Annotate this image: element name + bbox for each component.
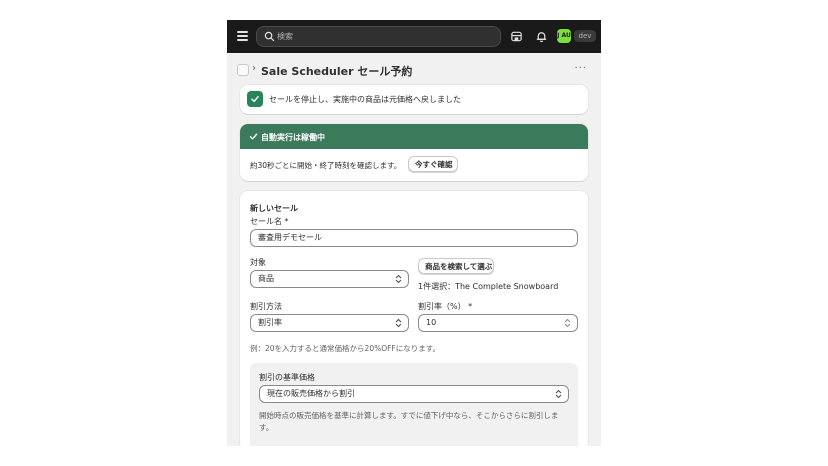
- select-arrows-icon: [555, 389, 562, 399]
- target-label: 対象: [250, 258, 266, 267]
- discount-rate-input[interactable]: 10: [418, 314, 578, 332]
- discount-method-value: 割引率: [258, 318, 282, 327]
- base-price-select[interactable]: 現在の販売価格から割引: [259, 385, 569, 403]
- check-now-button[interactable]: 今すぐ確認: [408, 156, 458, 172]
- new-sale-form: 新しいセール セール名 * 審査用デモセール 対象 商品 商品を検索して選ぶ 1…: [240, 191, 588, 446]
- base-price-label: 割引の基準価格: [259, 373, 315, 382]
- sale-name-input[interactable]: 審査用デモセール: [250, 229, 578, 247]
- select-arrows-icon: [395, 274, 402, 284]
- search-input[interactable]: 検索: [256, 26, 501, 47]
- menu-icon[interactable]: [237, 31, 248, 41]
- page-header: › Sale Scheduler セール予約 ···: [237, 63, 591, 79]
- status-header: 自動実行は稼働中: [240, 124, 588, 149]
- top-bar: 検索 J AU dev: [227, 20, 601, 53]
- discount-rate-value: 10: [426, 318, 437, 327]
- app-frame: 検索 J AU dev › Sale Scheduler セール予約 ··· セ…: [227, 20, 601, 446]
- checkmark-icon: [247, 91, 263, 107]
- stepper-arrows-icon[interactable]: [564, 318, 571, 328]
- discount-example-text: 例：20を入力すると通常価格から20%OFFになります。: [250, 344, 440, 353]
- select-arrows-icon: [395, 318, 402, 328]
- auto-run-status-card: 自動実行は稼働中 約30秒ごとに開始・終了時刻を確認します。 今すぐ確認: [240, 124, 588, 181]
- store-icon[interactable]: [510, 30, 523, 43]
- status-title: 自動実行は稼働中: [261, 133, 325, 142]
- banner-message: セールを停止し、実施中の商品は元価格へ戻しました: [269, 95, 461, 104]
- env-badge[interactable]: dev: [574, 30, 596, 42]
- target-select[interactable]: 商品: [250, 270, 409, 288]
- base-price-help-text: 開始時点の販売価格を基準に計算します。すでに値下げ中なら、そこからさらに割引しま…: [259, 411, 559, 432]
- base-price-section: 割引の基準価格 現在の販売価格から割引 開始時点の販売価格を基準に計算します。す…: [250, 363, 578, 446]
- target-select-value: 商品: [258, 274, 274, 283]
- bell-icon[interactable]: [535, 30, 548, 43]
- base-price-value: 現在の販売価格から割引: [267, 389, 355, 398]
- chevron-right-icon: ›: [252, 63, 256, 74]
- more-actions-icon[interactable]: ···: [574, 63, 587, 74]
- discount-rate-label: 割引率（%） *: [418, 302, 473, 311]
- success-banner: セールを停止し、実施中の商品は元価格へ戻しました: [240, 85, 588, 114]
- sale-name-label: セール名 *: [250, 217, 289, 226]
- page-title: Sale Scheduler セール予約: [261, 65, 413, 78]
- search-icon: [264, 31, 275, 42]
- picked-product-summary: 1件選択：The Complete Snowboard: [418, 282, 559, 291]
- section-title: 新しいセール: [250, 204, 298, 213]
- app-icon[interactable]: [237, 64, 249, 76]
- discount-method-label: 割引方法: [250, 302, 282, 311]
- search-placeholder: 検索: [277, 32, 293, 41]
- checkmark-icon: [249, 133, 258, 140]
- status-description: 約30秒ごとに開始・終了時刻を確認します。: [250, 161, 402, 170]
- avatar[interactable]: J AU: [557, 29, 571, 43]
- pick-product-button[interactable]: 商品を検索して選ぶ: [418, 258, 494, 274]
- main-content: › Sale Scheduler セール予約 ··· セールを停止し、実施中の商…: [227, 53, 601, 446]
- discount-method-select[interactable]: 割引率: [250, 314, 409, 332]
